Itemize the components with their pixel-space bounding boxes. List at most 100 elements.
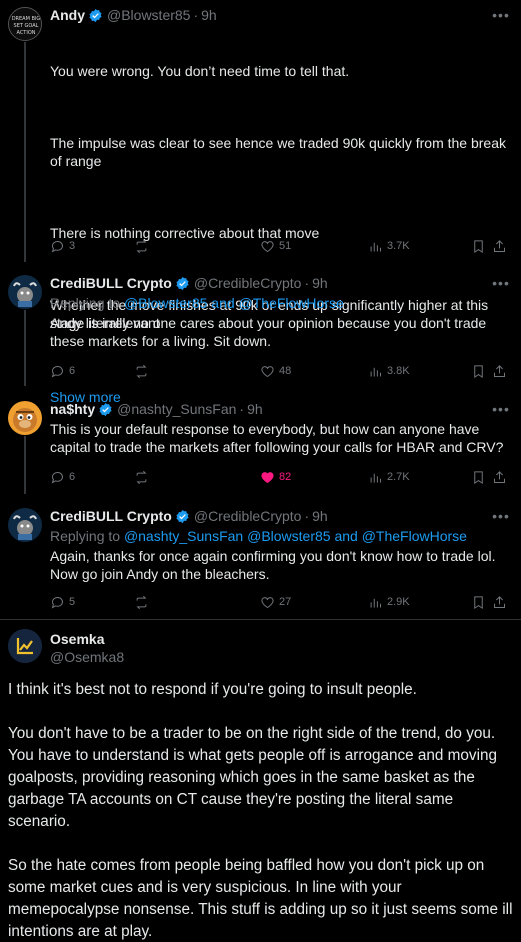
bookmark-icon	[474, 239, 483, 253]
repost-button[interactable]	[134, 237, 149, 255]
separator-dot: ·	[193, 7, 199, 23]
thread-line	[24, 42, 26, 262]
like-button[interactable]: 51	[260, 237, 291, 255]
repost-icon	[136, 470, 147, 484]
timestamp[interactable]: 9h	[247, 400, 263, 418]
tweet-text: This is your default response to everybo…	[50, 421, 504, 455]
like-count: 82	[279, 471, 292, 483]
verified-icon	[176, 276, 189, 290]
tweet-credibull-1[interactable]: CrediBULL Crypto @CredibleCrypto · 9h Re…	[0, 268, 521, 386]
tweet-andy[interactable]: DREAM BIG SET GOAL ACTION Andy @Blowster…	[0, 0, 521, 405]
share-icon	[494, 470, 505, 483]
more-icon[interactable]: •••	[491, 509, 511, 525]
replying-to-mentions[interactable]: @nashty_SunsFan @Blowster85 and @TheFlow…	[124, 528, 467, 544]
author-name[interactable]: CrediBULL Crypto	[50, 274, 172, 292]
author-name[interactable]: Osemka	[50, 630, 124, 648]
views-count: 2.9K	[387, 596, 410, 608]
reply-button[interactable]: 6	[50, 362, 75, 380]
share-button[interactable]	[492, 468, 507, 486]
bookmark-button[interactable]	[471, 468, 486, 486]
like-button[interactable]: 82	[260, 468, 291, 486]
avatar[interactable]	[8, 275, 42, 309]
tweet-nashty[interactable]: na$hty @nashty_SunsFan · 9h This is your…	[0, 394, 521, 494]
post-paragraph: You don't have to be a trader to be on t…	[8, 725, 497, 830]
replying-to-label: Replying to	[50, 295, 121, 311]
like-count: 27	[279, 596, 292, 608]
tweet-credibull-2[interactable]: CrediBULL Crypto @CredibleCrypto · 9h Re…	[0, 501, 521, 613]
author-handle[interactable]: @Osemka8	[50, 648, 124, 666]
views-button[interactable]: 3.7K	[368, 237, 410, 255]
separator-dot: ·	[239, 401, 245, 417]
post-text: I think it's best not to respond if you'…	[8, 679, 516, 942]
bookmark-button[interactable]	[471, 237, 486, 255]
tweet-paragraph: You were wrong. You don’t need time to t…	[50, 63, 350, 79]
avatar[interactable]	[8, 629, 42, 663]
action-bar: 3 51 3.7K	[50, 237, 513, 255]
bookmark-button[interactable]	[471, 362, 486, 380]
views-button[interactable]: 2.9K	[368, 593, 410, 611]
replying-to-mentions[interactable]: @Blowster85 and @TheFlowHorse	[124, 295, 344, 311]
author-handle[interactable]: @Blowster85	[107, 6, 190, 24]
like-button[interactable]: 48	[260, 362, 291, 380]
reply-icon	[51, 365, 63, 377]
repost-button[interactable]	[134, 593, 149, 611]
like-icon	[261, 240, 274, 252]
views-count: 3.8K	[387, 365, 410, 377]
author-handle[interactable]: @nashty_SunsFan	[117, 400, 236, 418]
views-count: 2.7K	[387, 471, 410, 483]
repost-button[interactable]	[134, 362, 149, 380]
svg-text:SET GOAL: SET GOAL	[14, 23, 39, 29]
reply-icon	[51, 471, 63, 483]
share-button[interactable]	[492, 362, 507, 380]
more-icon[interactable]: •••	[491, 8, 511, 24]
avatar-logo: DREAM BIG SET GOAL ACTION	[9, 8, 41, 40]
views-icon	[370, 367, 381, 376]
svg-text:DREAM BIG: DREAM BIG	[12, 16, 41, 22]
timestamp[interactable]: 9h	[201, 6, 217, 24]
reply-count: 6	[69, 471, 76, 483]
action-bar: 6 82 2.7K	[50, 468, 513, 486]
reply-button[interactable]: 3	[50, 237, 75, 255]
thread-line	[24, 436, 26, 494]
reply-count: 6	[69, 365, 76, 377]
author-handle[interactable]: @CredibleCrypto	[194, 507, 302, 525]
post-paragraph: So the hate comes from people being baff…	[8, 857, 513, 940]
more-icon[interactable]: •••	[491, 276, 511, 292]
main-post: Osemka @Osemka8 I think it's best not to…	[0, 620, 521, 942]
like-count: 48	[279, 365, 292, 377]
reply-count: 3	[69, 240, 76, 252]
views-count: 3.7K	[387, 240, 410, 252]
reply-button[interactable]: 5	[50, 593, 75, 611]
views-icon	[370, 473, 381, 482]
author-handle[interactable]: @CredibleCrypto	[194, 274, 302, 292]
tweet-text: Again, thanks for once again confirming …	[50, 548, 500, 582]
verified-icon	[99, 402, 112, 416]
more-icon[interactable]: •••	[491, 402, 511, 418]
views-button[interactable]: 3.8K	[368, 362, 410, 380]
views-button[interactable]: 2.7K	[368, 468, 410, 486]
action-bar: 5 27 2.9K	[50, 593, 513, 611]
timestamp[interactable]: 9h	[312, 507, 328, 525]
avatar[interactable]	[8, 401, 42, 435]
author-name[interactable]: Andy	[50, 6, 85, 24]
repost-icon	[136, 364, 147, 378]
avatar[interactable]: DREAM BIG SET GOAL ACTION	[8, 7, 42, 41]
action-bar: 6 48 3.8K	[50, 362, 513, 380]
bookmark-icon	[474, 595, 483, 609]
like-icon	[261, 471, 274, 483]
share-button[interactable]	[492, 237, 507, 255]
reply-button[interactable]: 6	[50, 468, 75, 486]
svg-text:ACTION: ACTION	[16, 30, 35, 36]
thread-line	[24, 310, 26, 386]
share-button[interactable]	[492, 593, 507, 611]
bookmark-button[interactable]	[471, 593, 486, 611]
reply-count: 5	[69, 596, 76, 608]
verified-icon	[176, 509, 189, 523]
author-name[interactable]: na$hty	[50, 400, 95, 418]
author-name[interactable]: CrediBULL Crypto	[50, 507, 172, 525]
like-button[interactable]: 27	[260, 593, 291, 611]
replying-to-label: Replying to	[50, 528, 121, 544]
avatar[interactable]	[8, 508, 42, 542]
timestamp[interactable]: 9h	[312, 274, 328, 292]
repost-button[interactable]	[134, 468, 149, 486]
